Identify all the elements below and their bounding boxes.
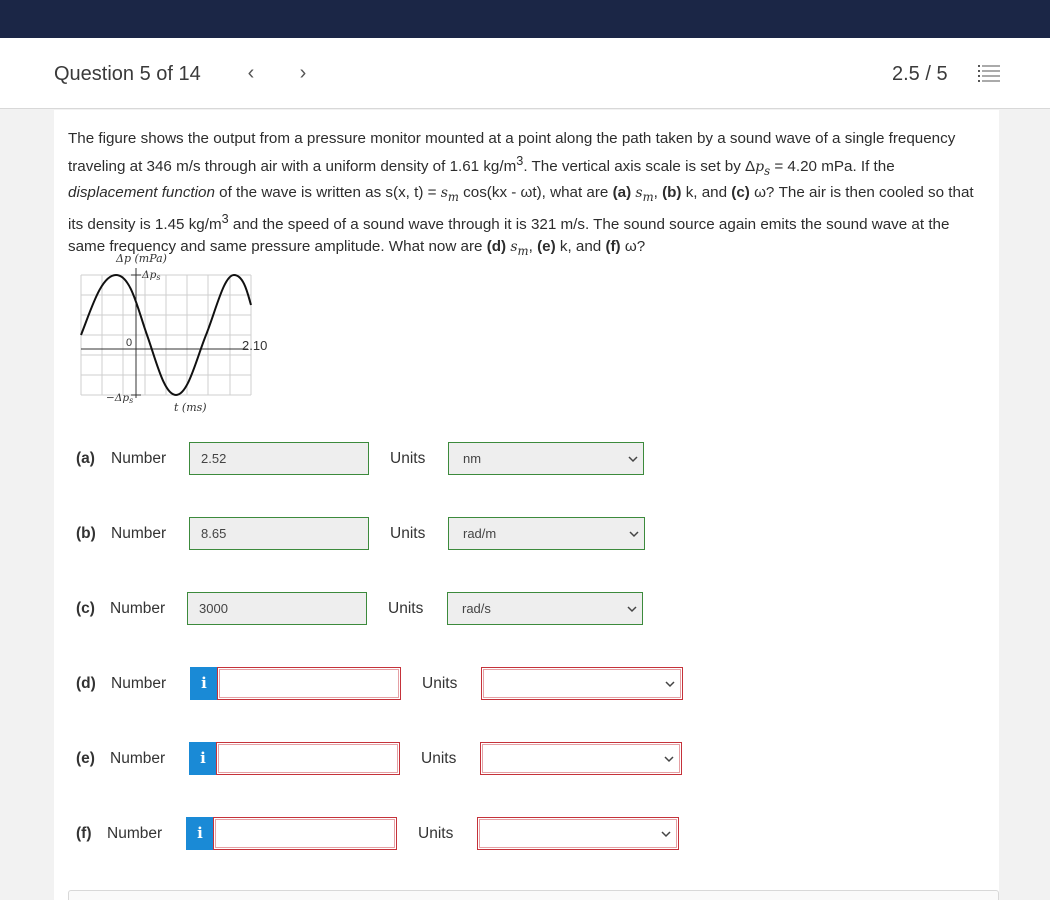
number-label: Number	[111, 675, 167, 692]
answer-row-a: (a) Number 2.52 Units nm	[76, 442, 676, 476]
answer-a-input[interactable]: 2.52	[189, 442, 369, 475]
x-end-label: 2.10	[242, 338, 267, 353]
units-f-select[interactable]	[477, 817, 679, 850]
answer-row-e: (e) Number i Units	[76, 742, 716, 776]
units-d-select[interactable]	[481, 667, 683, 700]
units-label: Units	[422, 675, 458, 692]
answer-row-f: (f) Number i Units	[76, 817, 716, 851]
info-button[interactable]: i	[190, 667, 218, 700]
bottom-amplitude-label: −Δps	[106, 392, 133, 405]
chevron-down-icon	[661, 831, 671, 838]
part-label: (a)	[76, 450, 95, 467]
top-amplitude-label: Δps	[141, 269, 160, 282]
selected-unit: rad/m	[463, 526, 497, 541]
chevron-down-icon	[628, 456, 638, 463]
info-button[interactable]: i	[189, 742, 217, 775]
y-axis-label: Δp (mPa)	[115, 252, 167, 265]
units-label: Units	[388, 600, 424, 617]
units-label: Units	[418, 825, 454, 842]
part-label: (d)	[76, 675, 96, 692]
next-question-button[interactable]: ›	[293, 62, 313, 85]
chevron-down-icon	[665, 681, 675, 688]
question-card: The figure shows the output from a press…	[54, 110, 999, 900]
pressure-figure: Δp (mPa) Δps −Δps 0 2.10 t (ms)	[80, 252, 267, 414]
number-label: Number	[110, 750, 166, 767]
attempts-panel	[68, 890, 999, 900]
part-label: (c)	[76, 600, 95, 617]
selected-unit: nm	[463, 451, 482, 466]
number-label: Number	[107, 825, 163, 842]
units-label: Units	[390, 525, 426, 542]
question-text: The figure shows the output from a press…	[68, 130, 974, 258]
figure-grid	[80, 274, 252, 396]
previous-question-button[interactable]: ‹	[241, 62, 261, 85]
units-label: Units	[390, 450, 426, 467]
answer-row-d: (d) Number i Units	[76, 667, 716, 701]
chevron-down-icon	[629, 531, 639, 538]
number-label: Number	[110, 600, 166, 617]
units-label: Units	[421, 750, 457, 767]
chevron-down-icon	[664, 756, 674, 763]
question-list-icon[interactable]	[978, 64, 1000, 84]
chevron-down-icon	[627, 606, 637, 613]
answer-d-input[interactable]	[217, 667, 401, 700]
selected-unit: rad/s	[462, 601, 491, 616]
part-label: (b)	[76, 525, 96, 542]
question-counter: Question 5 of 14	[54, 63, 201, 85]
units-a-select[interactable]: nm	[448, 442, 644, 475]
info-button[interactable]: i	[186, 817, 214, 850]
score-display: 2.5 / 5	[892, 63, 948, 85]
answer-row-c: (c) Number 3000 Units rad/s	[76, 592, 676, 626]
part-label: (f)	[76, 825, 92, 842]
answer-c-input[interactable]: 3000	[187, 592, 367, 625]
origin-label: 0	[126, 337, 132, 349]
x-axis-label: t (ms)	[174, 401, 207, 414]
part-label: (e)	[76, 750, 95, 767]
answer-b-input[interactable]: 8.65	[189, 517, 369, 550]
number-label: Number	[111, 450, 167, 467]
units-e-select[interactable]	[480, 742, 682, 775]
number-label: Number	[111, 525, 167, 542]
answer-row-b: (b) Number 8.65 Units rad/m	[76, 517, 676, 551]
answer-e-input[interactable]	[216, 742, 400, 775]
question-header: Question 5 of 14 ‹ › 2.5 / 5	[0, 38, 1050, 109]
answer-f-input[interactable]	[213, 817, 397, 850]
units-c-select[interactable]: rad/s	[447, 592, 643, 625]
units-b-select[interactable]: rad/m	[448, 517, 645, 550]
top-bar	[0, 0, 1050, 38]
